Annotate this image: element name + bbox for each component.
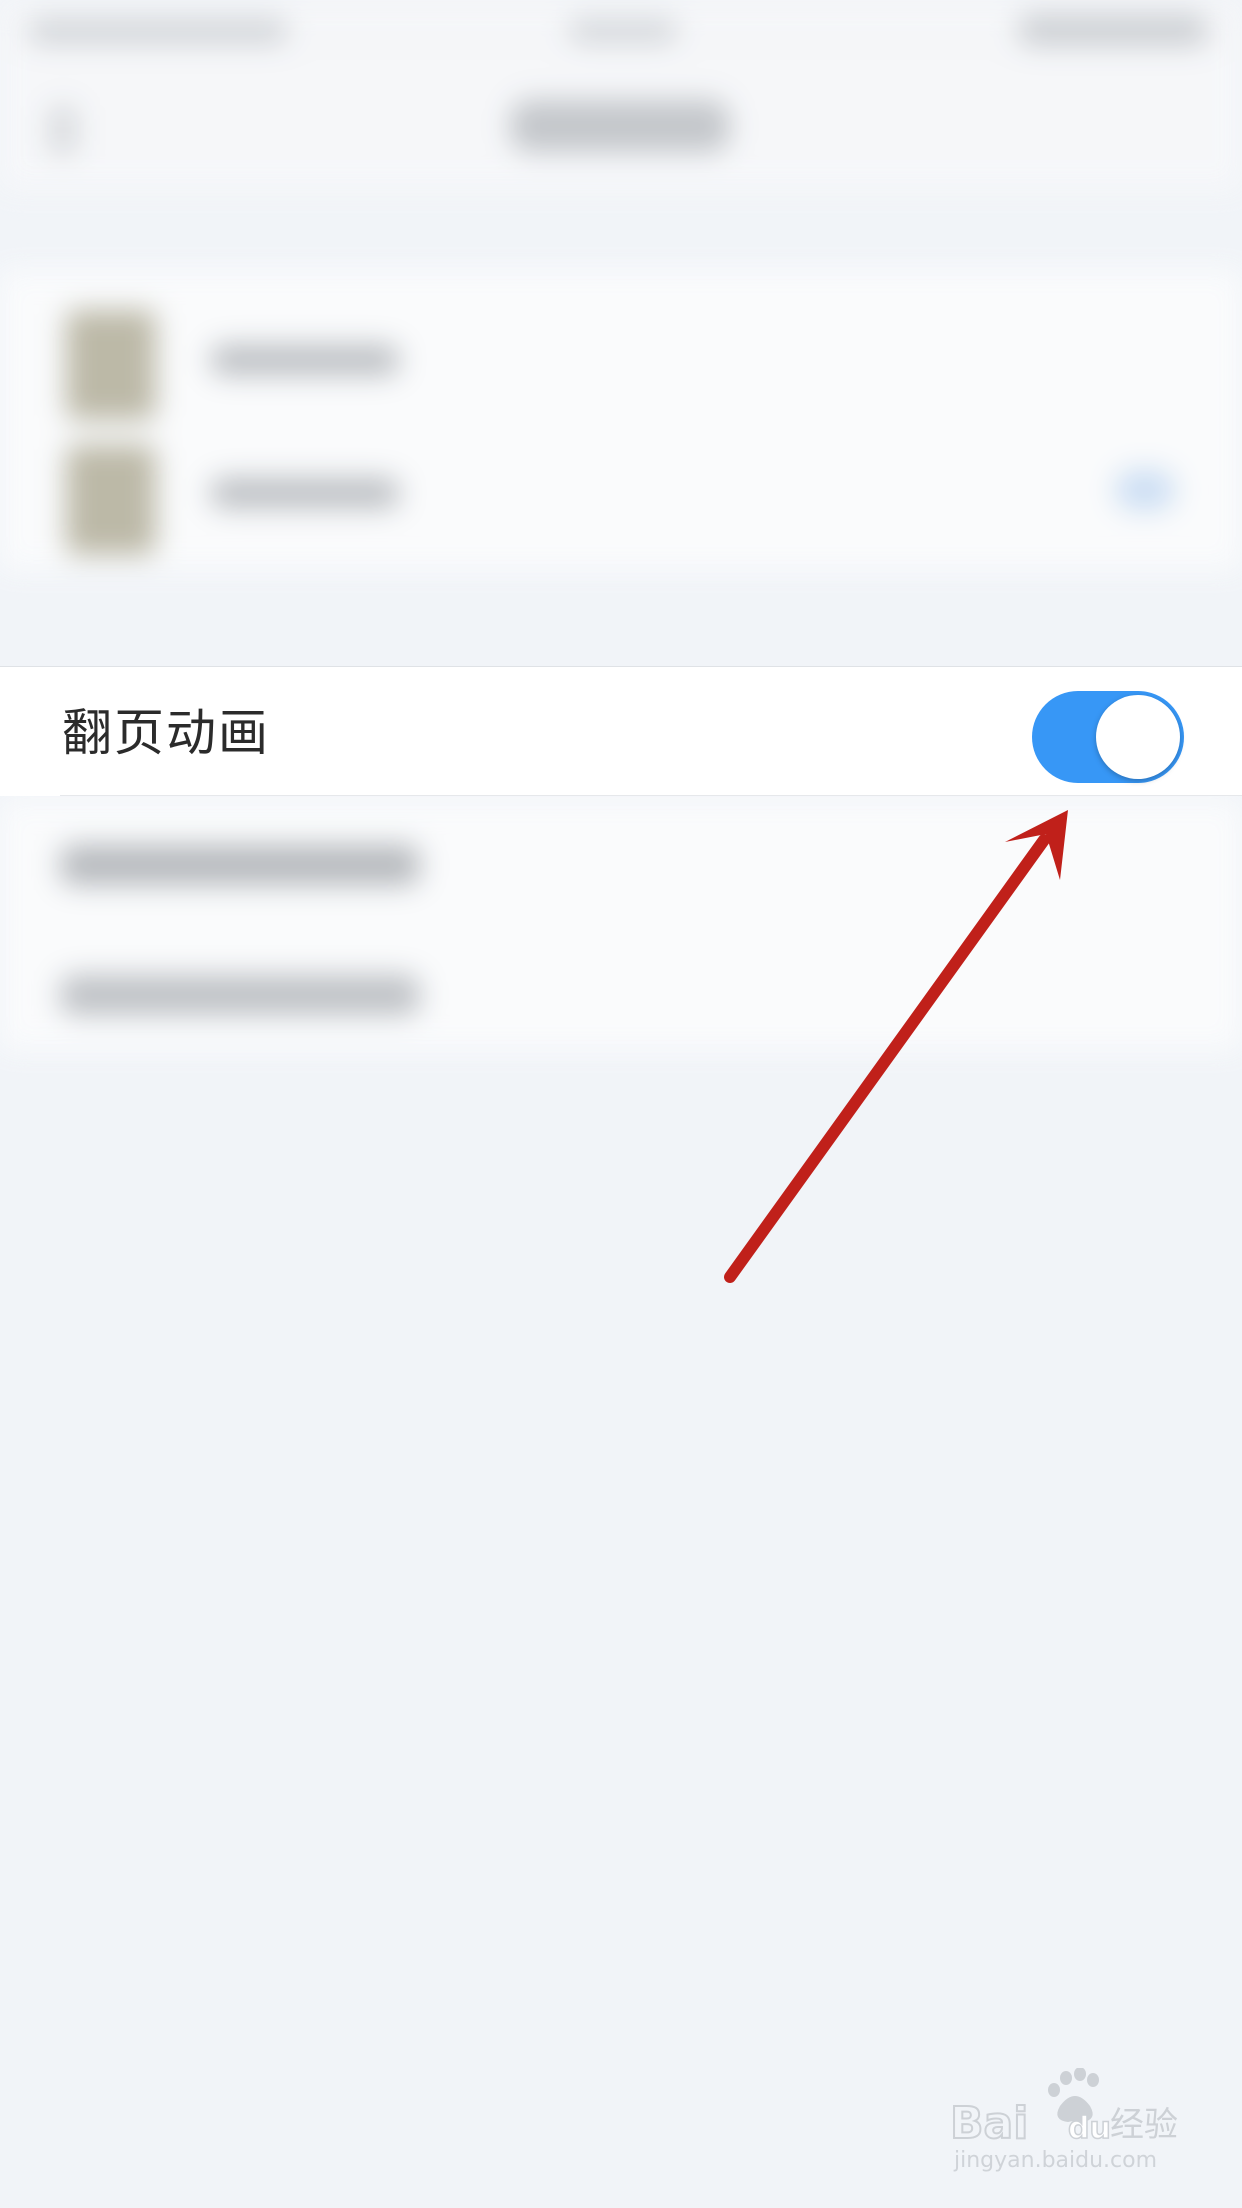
blurred-text xyxy=(60,845,420,885)
blurred-selection-indicator xyxy=(1115,470,1175,510)
watermark-url: jingyan.baidu.com xyxy=(954,2148,1158,2173)
status-bar-time xyxy=(568,18,678,44)
status-bar-battery-icon xyxy=(1018,14,1208,46)
status-bar-carrier xyxy=(28,18,288,44)
blurred-text xyxy=(210,345,400,375)
baidu-jingyan-logo: Bai du 经验 xyxy=(950,2068,1178,2148)
row-divider xyxy=(60,795,1242,796)
blurred-background xyxy=(0,0,1242,1100)
screen: 翻页动画 Bai du 经验 jingyan.baidu.com xyxy=(0,0,1242,2208)
svg-text:du: du xyxy=(1068,2111,1111,2146)
svg-text:经验: 经验 xyxy=(1110,2105,1178,2145)
nav-bar xyxy=(0,60,1242,190)
status-bar xyxy=(0,0,1242,60)
toggle-knob xyxy=(1096,695,1180,779)
blurred-text xyxy=(60,975,420,1015)
back-icon[interactable] xyxy=(48,105,78,155)
blurred-card-top xyxy=(0,270,1242,570)
watermark: Bai du 经验 jingyan.baidu.com xyxy=(950,2068,1190,2178)
blurred-thumbnail xyxy=(66,310,156,420)
setting-label: 翻页动画 xyxy=(62,704,270,762)
setting-row-page-flip-animation: 翻页动画 xyxy=(0,666,1242,796)
nav-title xyxy=(510,100,730,152)
page-flip-animation-toggle[interactable] xyxy=(1032,691,1184,783)
svg-text:Bai: Bai xyxy=(950,2098,1028,2148)
blurred-thumbnail xyxy=(66,445,156,555)
blurred-text xyxy=(210,478,400,508)
